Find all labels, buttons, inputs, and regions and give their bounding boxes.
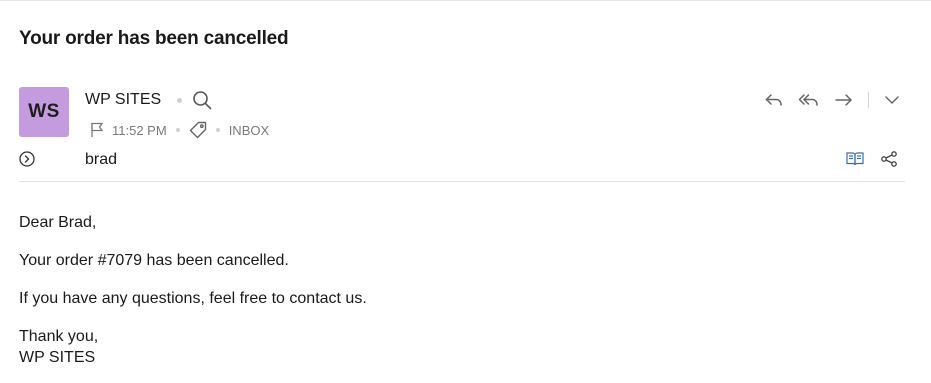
email-body: Dear Brad, Your order #7079 has been can… xyxy=(19,212,367,368)
body-line: If you have any questions, feel free to … xyxy=(19,290,367,307)
email-subject: Your order has been cancelled xyxy=(19,28,289,49)
search-icon[interactable] xyxy=(192,90,212,110)
recipient-name[interactable]: brad xyxy=(85,151,117,169)
email-actions xyxy=(750,89,901,111)
tag-icon[interactable] xyxy=(189,121,207,139)
email-time: 11:52 PM xyxy=(112,122,167,138)
signature-text: WP SITES xyxy=(19,349,96,366)
meta-row: 11:52 PM INBOX xyxy=(90,120,269,140)
actions-divider xyxy=(868,92,869,108)
body-closing: Thank you, WP SITES xyxy=(19,326,367,368)
reply-all-icon[interactable] xyxy=(798,91,820,109)
share-icon[interactable] xyxy=(880,151,898,167)
body-greeting: Dear Brad, xyxy=(19,214,97,231)
expand-details-icon[interactable] xyxy=(19,151,35,167)
avatar: WS xyxy=(19,87,69,137)
folder-label[interactable]: INBOX xyxy=(229,123,269,138)
header-divider xyxy=(19,181,905,182)
flag-icon[interactable] xyxy=(90,122,104,138)
separator-dot xyxy=(175,128,180,132)
reader-view-icon[interactable] xyxy=(846,151,864,167)
reply-icon[interactable] xyxy=(764,91,784,109)
separator-dot xyxy=(177,97,183,103)
email-view: Your order has been cancelled WS WP SITE… xyxy=(0,0,931,383)
sender-name[interactable]: WP SITES xyxy=(85,91,161,109)
forward-icon[interactable] xyxy=(834,91,854,109)
closing-text: Thank you, xyxy=(19,328,99,345)
sender-row: WP SITES xyxy=(85,89,212,111)
avatar-initials: WS xyxy=(28,101,60,122)
separator-dot xyxy=(215,128,220,132)
chevron-down-icon[interactable] xyxy=(883,91,901,109)
recipient-row: brad xyxy=(19,149,905,173)
body-line: Your order #7079 has been cancelled. xyxy=(19,252,289,269)
